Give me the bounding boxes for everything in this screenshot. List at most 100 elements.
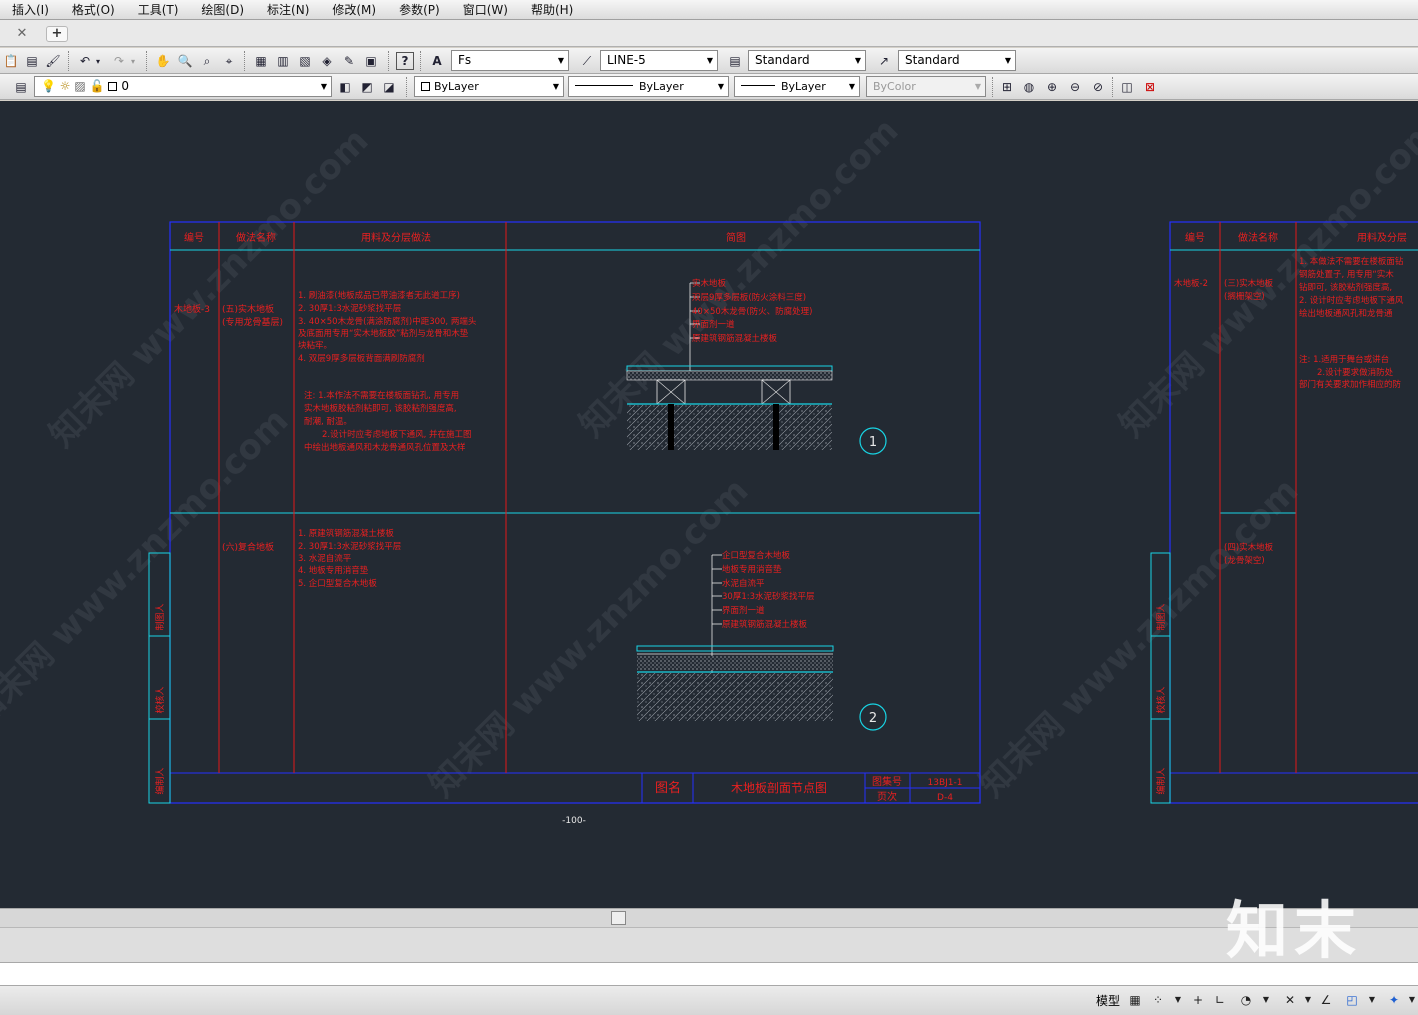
viewport-freeze-icon[interactable]: ▨ (74, 79, 85, 93)
sphere-add-icon[interactable]: ⊕ (1043, 78, 1061, 96)
layer-manager-icon[interactable]: ▤ (12, 78, 30, 96)
new-tab-button[interactable]: + (46, 26, 68, 42)
shade-icon[interactable]: ◍ (1020, 78, 1038, 96)
view-icon[interactable]: ⊞ (998, 78, 1016, 96)
right-row1-note: 注: 1.适用于舞台或讲台 (1299, 354, 1389, 365)
help-icon[interactable]: ? (396, 52, 414, 70)
chevron-down-icon[interactable]: ▼ (1258, 992, 1274, 1008)
multileader-style-select[interactable]: Standard ▼ (898, 50, 1016, 71)
dimension-style-select[interactable]: LINE-5 ▼ (600, 50, 718, 71)
menu-window[interactable]: 窗口(W) (463, 1, 508, 18)
menu-format[interactable]: 格式(O) (72, 1, 115, 18)
dynamic-ucs-icon[interactable]: ◰ (1344, 992, 1360, 1008)
chevron-down-icon[interactable]: ▼ (1364, 992, 1380, 1008)
color-control-select[interactable]: ByLayer ▼ (414, 76, 564, 97)
color-swatch (421, 82, 430, 91)
redo-icon[interactable]: ↷ (110, 52, 128, 70)
grid-display-icon[interactable]: ▦ (1127, 992, 1143, 1008)
chevron-down-icon[interactable]: ▼ (703, 51, 717, 70)
zoom-window-icon[interactable]: ⌕ (198, 52, 216, 70)
chevron-down-icon[interactable]: ▼ (1300, 992, 1316, 1008)
zoom-realtime-icon[interactable]: 🔍 (176, 52, 194, 70)
polar-tracking-icon[interactable]: ◔ (1238, 992, 1254, 1008)
model-space-label[interactable]: 模型 (1096, 992, 1120, 1009)
toolbar-separator (244, 51, 247, 71)
table-style-icon[interactable]: ▤ (726, 52, 744, 70)
no-render-icon[interactable]: ⊘ (1089, 78, 1107, 96)
table-style-select[interactable]: Standard ▼ (748, 50, 866, 71)
layer-state-icon[interactable]: ◪ (380, 78, 398, 96)
document-tab-strip: ✕ + (0, 20, 1418, 47)
menu-help[interactable]: 帮助(H) (531, 1, 573, 18)
snap-mode-icon[interactable]: ⁘ (1150, 992, 1166, 1008)
chevron-down-icon[interactable]: ▼ (845, 77, 859, 96)
chevron-down-icon[interactable]: ▼ (317, 77, 331, 96)
chevron-down-icon[interactable]: ▼ (549, 77, 563, 96)
text-style-icon[interactable]: A (428, 52, 446, 70)
lightbulb-icon[interactable]: 💡 (41, 79, 56, 93)
pan-icon[interactable]: ✋ (154, 52, 172, 70)
3d-delete-icon[interactable]: ⊠ (1141, 78, 1159, 96)
undo-dropdown-icon[interactable]: ▾ (93, 52, 103, 70)
clipboard-icon[interactable]: 📋 (2, 52, 20, 70)
horizontal-scrollbar[interactable] (0, 908, 1418, 927)
scrollbar-thumb[interactable] (611, 911, 626, 925)
chevron-down-icon[interactable]: ▼ (714, 77, 728, 96)
linetype-preview (575, 85, 633, 86)
properties-icon[interactable]: ▦ (252, 52, 270, 70)
right-row1-line: 1. 本做法不需要在楼板面钻 (1299, 256, 1404, 267)
undo-icon[interactable]: ↶ (76, 52, 94, 70)
linetype-control-select[interactable]: ByLayer ▼ (568, 76, 729, 97)
menu-insert[interactable]: 插入(I) (12, 1, 49, 18)
match-properties-icon[interactable]: 🖌 (44, 52, 62, 70)
chevron-down-icon[interactable]: ▼ (1170, 992, 1186, 1008)
chevron-down-icon[interactable]: ▼ (851, 51, 865, 70)
title-block-title: 木地板剖面节点图 (731, 781, 827, 795)
menu-parametric[interactable]: 参数(P) (399, 1, 440, 18)
row2-layers-text: 1. 原建筑钢筋混凝土楼板 2. 30厚1:3水泥砂浆找平层 3. 水泥自流平 … (298, 528, 401, 589)
row1-note-line: 注: 1.本作法不需要在楼板面钻孔, 用专用 (304, 390, 459, 401)
dimension-style-icon[interactable]: ⟋ (578, 52, 596, 70)
sketch1-callout: 双层9厚多层板(防火涂料三度) (692, 292, 806, 303)
ortho-mode-icon[interactable]: ∟ (1212, 992, 1228, 1008)
3d-box-icon[interactable]: ◫ (1118, 78, 1136, 96)
zoom-previous-icon[interactable]: ⌖ (220, 52, 238, 70)
tool-palettes-icon[interactable]: ▧ (296, 52, 314, 70)
sphere-remove-icon[interactable]: ⊖ (1066, 78, 1084, 96)
row1-code: 木地板-3 (174, 303, 210, 315)
design-center-icon[interactable]: ▥ (274, 52, 292, 70)
menu-dimension[interactable]: 标注(N) (267, 1, 309, 18)
sheet-set-icon[interactable]: ◈ (318, 52, 336, 70)
toolbar-separator (420, 51, 423, 71)
sketch1-callout: 界面剂一道 (692, 319, 735, 330)
markup-icon[interactable]: ✎ (340, 52, 358, 70)
detail-marker-2-label: 2 (869, 711, 877, 726)
chevron-down-icon[interactable]: ▼ (1404, 992, 1418, 1008)
row1-name-line1: (五)实木地板 (222, 303, 274, 315)
quickcalc-icon[interactable]: ▣ (362, 52, 380, 70)
layer-select[interactable]: 💡 ☼ ▨ 🔓 0 ▼ (34, 76, 332, 97)
lock-icon[interactable]: 🔓 (90, 79, 105, 93)
menu-modify[interactable]: 修改(M) (332, 1, 376, 18)
menu-tools[interactable]: 工具(T) (138, 1, 179, 18)
text-style-select[interactable]: Fs ▼ (451, 50, 569, 71)
sun-icon[interactable]: ☼ (60, 79, 71, 93)
paste-icon[interactable]: ▤ (23, 52, 41, 70)
close-tab-icon[interactable]: ✕ (12, 26, 32, 42)
lineweight-preview (741, 85, 775, 86)
right-row2-name-line2: (龙骨架空) (1224, 555, 1265, 566)
menu-draw[interactable]: 绘图(D) (201, 1, 244, 18)
row1-notes-text: 注: 1.本作法不需要在楼板面钻孔, 用专用 实木地板胶粘剂粘即可, 该胶粘剂强… (304, 390, 472, 453)
annotation-monitor-icon[interactable]: ✦ (1386, 992, 1402, 1008)
redo-dropdown-icon[interactable]: ▾ (128, 52, 138, 70)
infer-constraints-icon[interactable]: + (1190, 992, 1206, 1008)
layer-previous-icon[interactable]: ◩ (358, 78, 376, 96)
chevron-down-icon[interactable]: ▼ (1001, 51, 1015, 70)
object-snap-tracking-icon[interactable]: ✕ (1282, 992, 1298, 1008)
multileader-style-icon[interactable]: ↗ (875, 52, 893, 70)
lineweight-control-select[interactable]: ByLayer ▼ (734, 76, 860, 97)
drawing-canvas[interactable]: 知末网 www.znzmo.com 知末网 www.znzmo.com 知末网 … (0, 101, 1418, 908)
make-current-layer-icon[interactable]: ◧ (336, 78, 354, 96)
lineweight-display-icon[interactable]: ∠ (1318, 992, 1334, 1008)
chevron-down-icon[interactable]: ▼ (554, 51, 568, 70)
